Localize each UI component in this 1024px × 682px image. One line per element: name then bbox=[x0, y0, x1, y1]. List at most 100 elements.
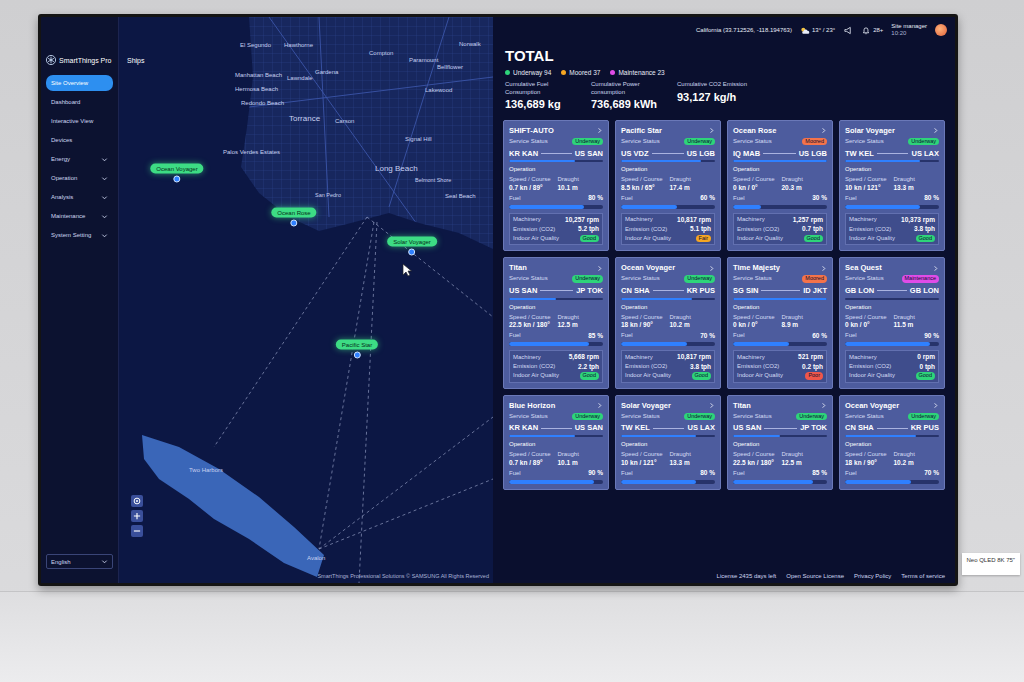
ship-card[interactable]: SHIFT-AUTOService StatusUnderwayKR KANUS… bbox=[503, 120, 609, 251]
sidebar-item[interactable]: Site Overview bbox=[46, 75, 113, 91]
ship-name: Titan bbox=[509, 263, 527, 273]
ship-card[interactable]: Ocean VoyagerService StatusUnderwayCN SH… bbox=[615, 257, 721, 388]
voyage-progress bbox=[509, 160, 603, 162]
status-dot bbox=[561, 70, 566, 75]
legend-item: Underway 94 bbox=[505, 69, 551, 76]
place-label: Seal Beach bbox=[445, 193, 476, 199]
place-label: Compton bbox=[369, 50, 393, 56]
footer-link[interactable]: Privacy Policy bbox=[854, 573, 891, 579]
air-quality-badge: Good bbox=[580, 235, 599, 243]
sidebar-item[interactable]: Operation bbox=[46, 170, 113, 186]
minus-icon bbox=[132, 526, 142, 536]
place-label: El Segundo bbox=[240, 42, 271, 48]
place-label: Bellflower bbox=[437, 64, 463, 70]
license: License 2435 days left bbox=[717, 573, 777, 579]
route: GB LONGB LON bbox=[845, 286, 939, 296]
language-select[interactable]: English bbox=[46, 554, 113, 569]
status-dot bbox=[505, 70, 510, 75]
ship-pin[interactable]: Pacific Star bbox=[336, 340, 378, 359]
chevron-right-icon[interactable] bbox=[596, 127, 603, 134]
chevron-right-icon[interactable] bbox=[820, 127, 827, 134]
exhibition-wall: SmartThings ProSite OverviewDashboardInt… bbox=[0, 0, 1024, 682]
ship-card[interactable]: Ocean RoseService StatusMooredIQ MABUS L… bbox=[727, 120, 833, 251]
ship-card-grid: SHIFT-AUTOService StatusUnderwayKR KANUS… bbox=[493, 116, 955, 569]
zoom-out-button[interactable] bbox=[131, 525, 143, 537]
route: IQ MABUS LGB bbox=[733, 149, 827, 159]
weather: 13° / 23° bbox=[800, 26, 835, 35]
chevron-right-icon[interactable] bbox=[596, 265, 603, 272]
place-label: Signal Hill bbox=[405, 136, 432, 142]
stats-row: Cumulative Fuel Consumption136,689 kgCum… bbox=[505, 81, 943, 110]
air-quality-badge: Good bbox=[916, 372, 935, 380]
chevron-down-icon bbox=[101, 175, 108, 182]
ship-map[interactable]: ShipsEl SegundoHawthorneGardenaComptonPa… bbox=[119, 17, 493, 583]
stat: Cumulative CO2 Emission93,127 kg/h bbox=[677, 81, 749, 110]
chevron-right-icon[interactable] bbox=[708, 265, 715, 272]
app-screen: SmartThings ProSite OverviewDashboardInt… bbox=[41, 17, 955, 583]
plus-icon bbox=[132, 511, 142, 521]
map-controls bbox=[131, 495, 143, 537]
ship-pin[interactable]: Solar Voyager bbox=[387, 237, 437, 256]
ship-name: Solar Voyager bbox=[845, 126, 895, 136]
status-badge: Underway bbox=[572, 275, 603, 283]
user-info[interactable]: Site manager10:20 bbox=[891, 23, 927, 37]
footer: License 2435 days left Open Source Licens… bbox=[493, 569, 955, 583]
sidebar-item[interactable]: Maintenance bbox=[46, 208, 113, 224]
sidebar-item[interactable]: Dashboard bbox=[46, 94, 113, 110]
sidebar-item[interactable]: Devices bbox=[46, 132, 113, 148]
air-quality-badge: Good bbox=[804, 235, 823, 243]
megaphone-icon[interactable] bbox=[843, 26, 853, 35]
ship-card[interactable]: Ocean VoyagerService StatusUnderwayCN SH… bbox=[839, 395, 945, 490]
place-label: Lawndale bbox=[287, 75, 313, 81]
ship-card[interactable]: Time MajestyService StatusMooredSG SINID… bbox=[727, 257, 833, 388]
sidebar-item[interactable]: Analysis bbox=[46, 189, 113, 205]
ship-label: Pacific Star bbox=[336, 340, 378, 350]
ship-label: Ocean Rose bbox=[271, 208, 316, 218]
footer-link[interactable]: Open Source License bbox=[786, 573, 844, 579]
chevron-right-icon[interactable] bbox=[932, 265, 939, 272]
ship-card[interactable]: TitanService StatusUnderwayUS SANJP TOKO… bbox=[503, 257, 609, 388]
chevron-right-icon[interactable] bbox=[596, 402, 603, 409]
ship-card[interactable]: Blue HorizonService StatusUnderwayKR KAN… bbox=[503, 395, 609, 490]
clock: 10:20 bbox=[891, 30, 927, 37]
place-label: Two Harbors bbox=[189, 467, 223, 473]
avatar-icon[interactable] bbox=[935, 24, 947, 36]
ship-name: Pacific Star bbox=[621, 126, 662, 136]
ship-card[interactable]: TitanService StatusUnderwayUS SANJP TOKO… bbox=[727, 395, 833, 490]
ship-card[interactable]: Pacific StarService StatusUnderwayUS VDZ… bbox=[615, 120, 721, 251]
ship-card[interactable]: Sea QuestService StatusMaintenanceGB LON… bbox=[839, 257, 945, 388]
ship-pin[interactable]: Ocean Voyager bbox=[150, 164, 203, 183]
voyage-progress bbox=[733, 435, 827, 437]
cloud-sun-icon bbox=[800, 26, 810, 35]
zoom-in-button[interactable] bbox=[131, 510, 143, 522]
footer-link[interactable]: Terms of service bbox=[901, 573, 945, 579]
ship-pin[interactable]: Ocean Rose bbox=[271, 208, 316, 227]
status-badge: Underway bbox=[684, 138, 715, 146]
machinery-box: Machinery10,373 rpmEmission (CO2)3.8 tph… bbox=[845, 213, 939, 246]
route: CN SHAKR PUS bbox=[845, 423, 939, 433]
status-badge: Maintenance bbox=[902, 275, 940, 283]
floor bbox=[0, 591, 1024, 682]
chevron-right-icon[interactable] bbox=[932, 402, 939, 409]
chevron-right-icon[interactable] bbox=[708, 127, 715, 134]
chevron-right-icon[interactable] bbox=[708, 402, 715, 409]
top-bar: California (33.712526, -118.194763)13° /… bbox=[493, 17, 955, 43]
route: CN SHAKR PUS bbox=[621, 286, 715, 296]
notifications[interactable]: 28+ bbox=[861, 26, 883, 35]
chevron-right-icon[interactable] bbox=[820, 265, 827, 272]
locate-button[interactable] bbox=[131, 495, 143, 507]
legend-item: Maintenance 23 bbox=[610, 69, 664, 76]
ship-name: SHIFT-AUTO bbox=[509, 126, 554, 136]
ship-card[interactable]: Solar VoyagerService StatusUnderwayTW KE… bbox=[839, 120, 945, 251]
chevron-down-icon bbox=[101, 156, 108, 163]
chevron-right-icon[interactable] bbox=[820, 402, 827, 409]
chevron-right-icon[interactable] bbox=[932, 127, 939, 134]
overview-panel: California (33.712526, -118.194763)13° /… bbox=[493, 17, 955, 583]
sidebar-item[interactable]: Energy bbox=[46, 151, 113, 167]
ship-label: Ocean Voyager bbox=[150, 164, 203, 174]
sidebar-item[interactable]: System Setting bbox=[46, 227, 113, 243]
place-label: Norwalk bbox=[459, 41, 481, 47]
ship-card[interactable]: Solar VoyagerService StatusUnderwayTW KE… bbox=[615, 395, 721, 490]
map-canvas bbox=[119, 17, 493, 583]
sidebar-item[interactable]: Interactive View bbox=[46, 113, 113, 129]
